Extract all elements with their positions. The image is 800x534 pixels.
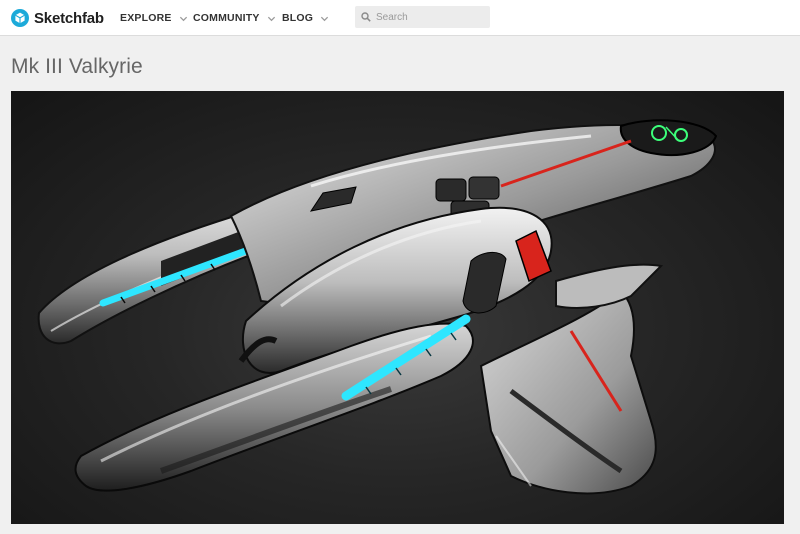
chevron-down-icon xyxy=(321,16,329,21)
model-title: Mk III Valkyrie xyxy=(11,55,143,78)
chevron-down-icon xyxy=(267,16,275,21)
search-icon xyxy=(361,12,371,22)
spaceship-model-render xyxy=(37,119,718,495)
sketchfab-logo[interactable]: Sketchfab xyxy=(11,7,104,29)
sketchfab-cube-icon xyxy=(11,9,29,27)
search-input[interactable] xyxy=(376,11,486,23)
chevron-down-icon xyxy=(179,16,187,21)
search-box[interactable] xyxy=(355,6,490,28)
nav-blog-label: BLOG xyxy=(282,12,314,24)
top-navigation-bar: Sketchfab EXPLORE COMMUNITY BLOG xyxy=(0,0,800,36)
3d-model-viewer[interactable] xyxy=(11,91,784,524)
logo-text: Sketchfab xyxy=(34,9,104,27)
nav-explore[interactable]: EXPLORE xyxy=(120,0,188,36)
nav-blog[interactable]: BLOG xyxy=(282,0,329,36)
nav-community-label: COMMUNITY xyxy=(193,12,260,24)
nav-community[interactable]: COMMUNITY xyxy=(193,0,276,36)
nav-explore-label: EXPLORE xyxy=(120,12,172,24)
